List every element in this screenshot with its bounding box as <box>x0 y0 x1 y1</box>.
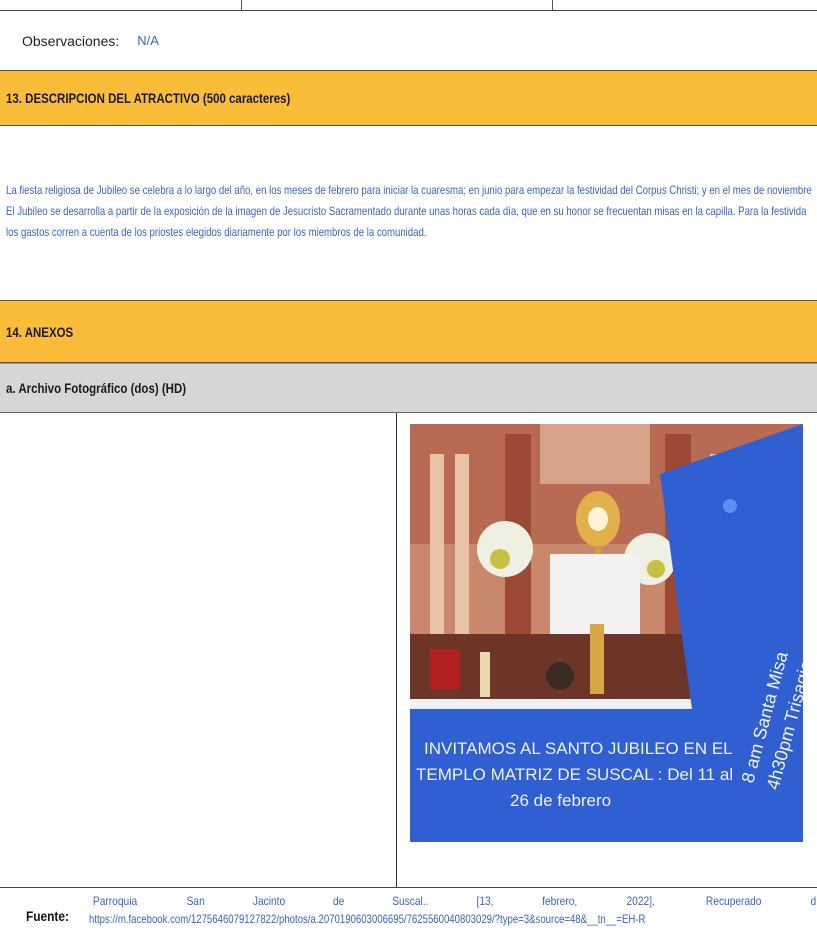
citation-word: San <box>186 894 205 908</box>
observaciones-row: Observaciones: N/A <box>0 10 817 70</box>
fuente-label: Fuente: <box>26 908 69 924</box>
citation-word: de <box>332 894 344 908</box>
citation-word: Suscal.. <box>391 894 429 908</box>
description-line: La fiesta religiosa de Jubileo se celebr… <box>6 183 812 197</box>
description-line: los gastos corren a cuenta de los priost… <box>6 225 427 239</box>
description-text: La fiesta religiosa de Jubileo se celebr… <box>6 180 812 243</box>
citation-word: febrero, <box>541 894 578 908</box>
fuente-row: Fuente: Parroquia San Jacinto de Suscal.… <box>0 887 817 947</box>
section-13-title: 13. DESCRIPCION DEL ATRACTIVO (500 carac… <box>6 90 291 106</box>
table-divider-tick <box>552 0 553 10</box>
table-divider-tick <box>241 0 242 10</box>
column-divider <box>396 413 397 887</box>
photo-banner-line1: INVITAMOS AL SANTO JUBILEO EN EL <box>424 739 733 758</box>
subsection-a-title: a. Archivo Fotográfico (dos) (HD) <box>6 380 187 396</box>
photo-banner-line3: 26 de febrero <box>510 791 611 810</box>
annex-photo: INVITAMOS AL SANTO JUBILEO EN EL TEMPLO … <box>410 424 803 842</box>
citation-word: Recuperado <box>705 894 762 908</box>
section-14-header: 14. ANEXOS <box>0 300 817 363</box>
citation-word: Parroquia <box>92 894 138 908</box>
description-line: El Jubileo se desarrolla a partir de la … <box>6 204 807 218</box>
citation-word: [13, <box>476 894 494 908</box>
citation-word: 2022], <box>626 894 655 908</box>
fuente-url-link[interactable]: https://m.facebook.com/1275646079127822/… <box>89 912 645 926</box>
observaciones-value: N/A <box>137 33 159 48</box>
subsection-a-header: a. Archivo Fotográfico (dos) (HD) <box>0 363 817 413</box>
observaciones-label: Observaciones: <box>22 32 120 49</box>
photo-banner-line2: TEMPLO MATRIZ DE SUSCAL : Del 11 al <box>416 765 733 784</box>
citation-word: d <box>810 894 817 908</box>
section-13-header: 13. DESCRIPCION DEL ATRACTIVO (500 carac… <box>0 70 817 126</box>
photo-image: INVITAMOS AL SANTO JUBILEO EN EL TEMPLO … <box>410 424 803 842</box>
fuente-citation: Parroquia San Jacinto de Suscal.. [13, f… <box>89 894 817 908</box>
citation-word: Jacinto <box>252 894 286 908</box>
section-14-title: 14. ANEXOS <box>6 323 74 340</box>
